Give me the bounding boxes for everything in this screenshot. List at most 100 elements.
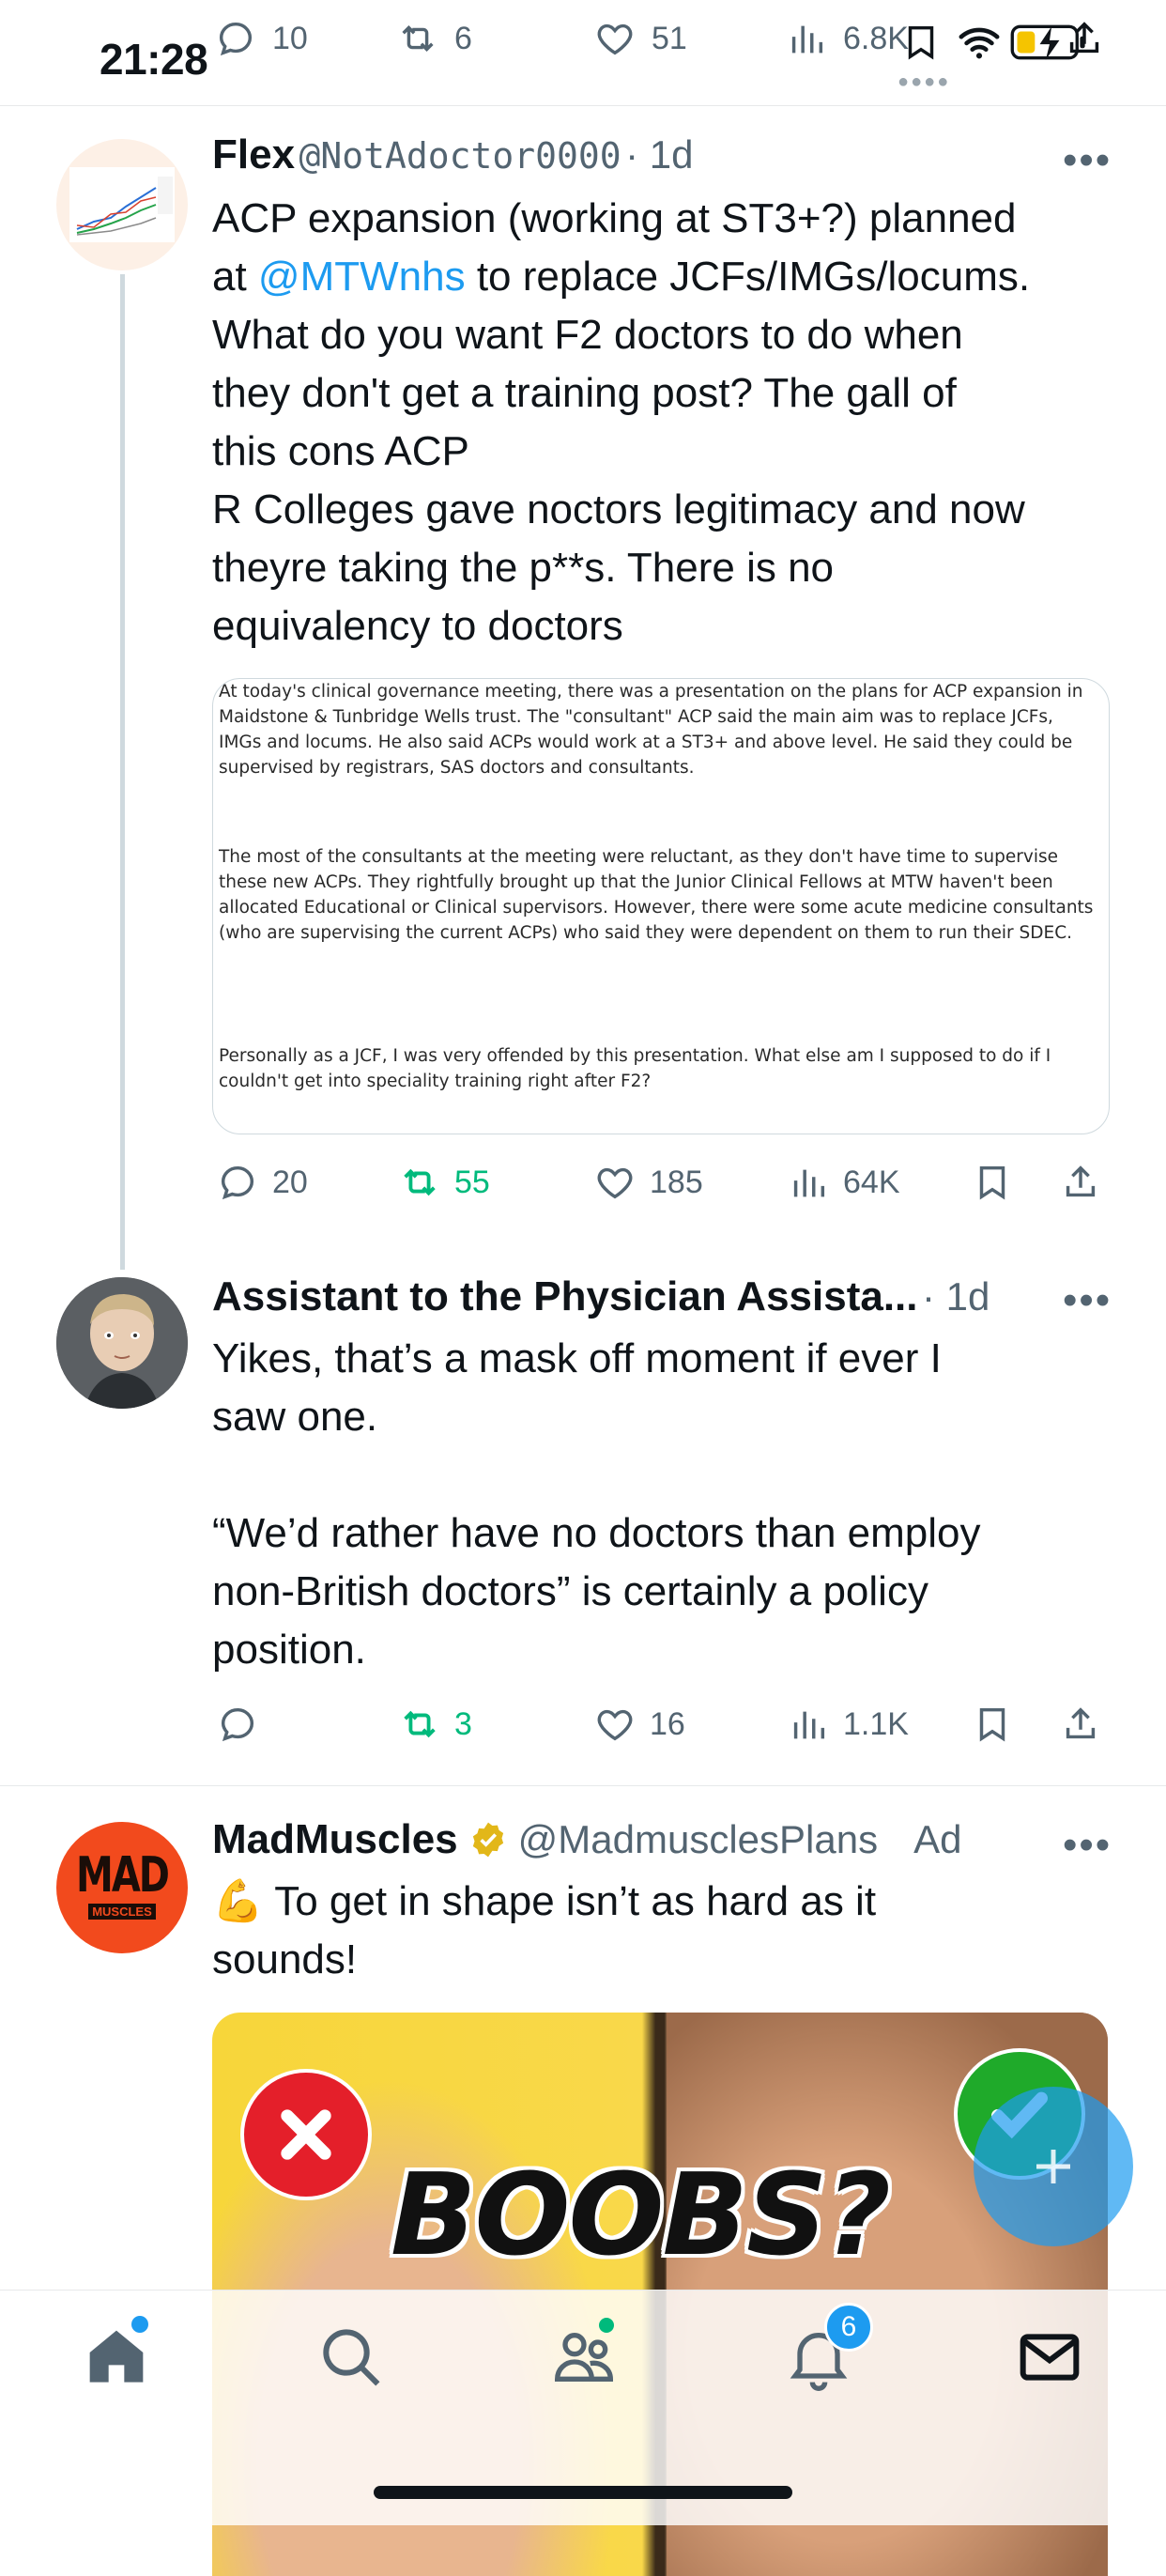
portrait-avatar-image bbox=[56, 1277, 188, 1409]
status-time: 21:28 bbox=[100, 35, 208, 84]
tweet-2-actions: 3 16 1.1K bbox=[212, 1701, 1113, 1748]
bookmark-icon bbox=[979, 1165, 1005, 1200]
author-name[interactable]: MadMuscles bbox=[212, 1816, 458, 1863]
tweet-3-header: MadMuscles @MadmusclesPlans Ad bbox=[212, 1816, 961, 1863]
avatar-madmuscles[interactable]: MAD MUSCLES bbox=[56, 1822, 188, 1953]
mail-icon bbox=[1020, 2334, 1080, 2381]
verified-badge-icon bbox=[472, 1822, 503, 1858]
tweet-2-header: Assistant to the Physician Assista... · … bbox=[212, 1273, 990, 1320]
author-handle[interactable]: @MadmusclesPlans bbox=[518, 1817, 878, 1862]
home-tab[interactable] bbox=[79, 2316, 154, 2395]
text-line: “We’d rather have no doctors than employ bbox=[212, 1510, 981, 1556]
bookmark-icon bbox=[979, 1707, 1005, 1742]
more-options-icon[interactable]: ••• bbox=[1063, 1277, 1112, 1324]
share-icon bbox=[1066, 1165, 1096, 1197]
tweet-3-text: 💪 To get in shape isn’t as hard as it so… bbox=[212, 1873, 1142, 1989]
top-reply-stat[interactable]: 10 bbox=[214, 17, 308, 60]
avatar-flex[interactable] bbox=[56, 139, 188, 270]
notifications-tab[interactable]: 6 bbox=[781, 2303, 873, 2395]
image-paragraph: At today's clinical governance meeting, … bbox=[219, 682, 1083, 778]
bookmark-button[interactable] bbox=[971, 1703, 1014, 1746]
author-handle[interactable]: @NotAdoctor0000 bbox=[299, 135, 621, 177]
text-line: saw one. bbox=[212, 1394, 378, 1440]
text-line-with-mention: at @MTWnhs to replace JCFs/IMGs/locums. bbox=[212, 254, 1031, 300]
views-icon bbox=[791, 25, 823, 54]
views-button[interactable]: 64K bbox=[787, 1161, 900, 1204]
compose-button[interactable] bbox=[974, 2087, 1133, 2246]
like-count: 16 bbox=[650, 1705, 685, 1742]
heart-icon bbox=[597, 23, 633, 55]
top-views-stat[interactable]: 6.8K bbox=[785, 17, 909, 60]
like-count: 185 bbox=[650, 1164, 703, 1200]
repost-icon bbox=[402, 25, 434, 52]
repost-count: 55 bbox=[454, 1164, 490, 1200]
text-line: theyre taking the p**s. There is no bbox=[212, 545, 835, 591]
top-like-stat[interactable]: 51 bbox=[593, 17, 687, 60]
text-line: equivalency to doctors bbox=[212, 603, 623, 649]
ad-label: Ad bbox=[913, 1817, 962, 1861]
share-icon bbox=[1066, 1707, 1096, 1739]
like-button[interactable]: 185 bbox=[593, 1161, 703, 1204]
image-paragraph: The most of the consultants at the meeti… bbox=[219, 847, 1094, 943]
reply-count: 10 bbox=[272, 20, 308, 56]
views-count: 1.1K bbox=[843, 1705, 909, 1742]
tweet-1-actions: 20 55 185 64K bbox=[212, 1159, 1113, 1206]
divider bbox=[0, 1785, 1166, 1786]
avatar-assistant[interactable] bbox=[56, 1277, 188, 1409]
bookmark-icon bbox=[908, 25, 934, 60]
top-repost-stat[interactable]: 6 bbox=[396, 17, 472, 60]
communities-tab[interactable] bbox=[546, 2318, 621, 2395]
more-options-icon[interactable]: ••• bbox=[1063, 137, 1112, 184]
reply-button[interactable]: 20 bbox=[216, 1161, 308, 1204]
text-line: sounds! bbox=[212, 1936, 358, 1982]
messages-tab[interactable] bbox=[1012, 2320, 1087, 2395]
text-line: R Colleges gave noctors legitimacy and n… bbox=[212, 486, 1025, 532]
tweet-2-text: Yikes, that’s a mask off moment if ever … bbox=[212, 1330, 1142, 1679]
logo-text: MAD bbox=[76, 1846, 170, 1904]
more-options-icon[interactable]: ••• bbox=[1063, 1822, 1112, 1869]
share-button[interactable] bbox=[1059, 1703, 1102, 1746]
views-icon bbox=[793, 1711, 825, 1739]
wifi-icon bbox=[959, 27, 1000, 59]
home-indicator bbox=[374, 2486, 792, 2499]
system-icons bbox=[899, 21, 1099, 64]
like-count: 51 bbox=[652, 20, 687, 56]
repost-icon bbox=[404, 1710, 436, 1738]
text-line: Yikes, that’s a mask off moment if ever … bbox=[212, 1335, 942, 1381]
text-line: What do you want F2 doctors to do when bbox=[212, 312, 963, 358]
views-icon bbox=[793, 1169, 825, 1197]
flexed-bicep-emoji: 💪 bbox=[212, 1878, 264, 1924]
reply-icon bbox=[219, 22, 253, 56]
chart-thumbnail-image bbox=[69, 167, 175, 242]
text-line: position. bbox=[212, 1627, 366, 1673]
post-age: · 1d bbox=[921, 1274, 990, 1319]
share-button[interactable] bbox=[1059, 1161, 1102, 1204]
text-line: non-British doctors” is certainly a poli… bbox=[212, 1568, 928, 1614]
search-icon bbox=[323, 2329, 380, 2386]
new-posts-dot bbox=[131, 2316, 148, 2333]
text-line: this cons ACP bbox=[212, 428, 469, 474]
reply-button[interactable] bbox=[216, 1703, 259, 1746]
search-tab[interactable] bbox=[314, 2320, 389, 2395]
author-name[interactable]: Flex bbox=[212, 131, 295, 177]
repost-button[interactable]: 3 bbox=[398, 1703, 472, 1746]
text-line: they don't get a training post? The gall… bbox=[212, 370, 957, 416]
views-button[interactable]: 1.1K bbox=[787, 1703, 909, 1746]
reply-icon bbox=[221, 1707, 254, 1742]
share-icon bbox=[1069, 22, 1099, 54]
communities-dot bbox=[599, 2318, 614, 2333]
tweet-1-header: Flex @NotAdoctor0000 · 1d bbox=[212, 131, 694, 178]
bookmark-button[interactable] bbox=[971, 1161, 1014, 1204]
reply-count: 20 bbox=[272, 1164, 308, 1200]
views-count: 64K bbox=[843, 1164, 900, 1200]
attached-text-image[interactable]: At today's clinical governance meeting, … bbox=[212, 678, 1110, 1134]
like-button[interactable]: 16 bbox=[593, 1703, 685, 1746]
signal-dots: ●●●● bbox=[898, 71, 951, 92]
ad-image-headline: BOOBS? bbox=[391, 2151, 891, 2281]
notification-badge: 6 bbox=[824, 2303, 873, 2352]
thread-line bbox=[120, 274, 125, 1270]
mention-link[interactable]: @MTWnhs bbox=[258, 254, 466, 300]
author-name[interactable]: Assistant to the Physician Assista... bbox=[212, 1273, 918, 1319]
repost-button[interactable]: 55 bbox=[398, 1161, 490, 1204]
